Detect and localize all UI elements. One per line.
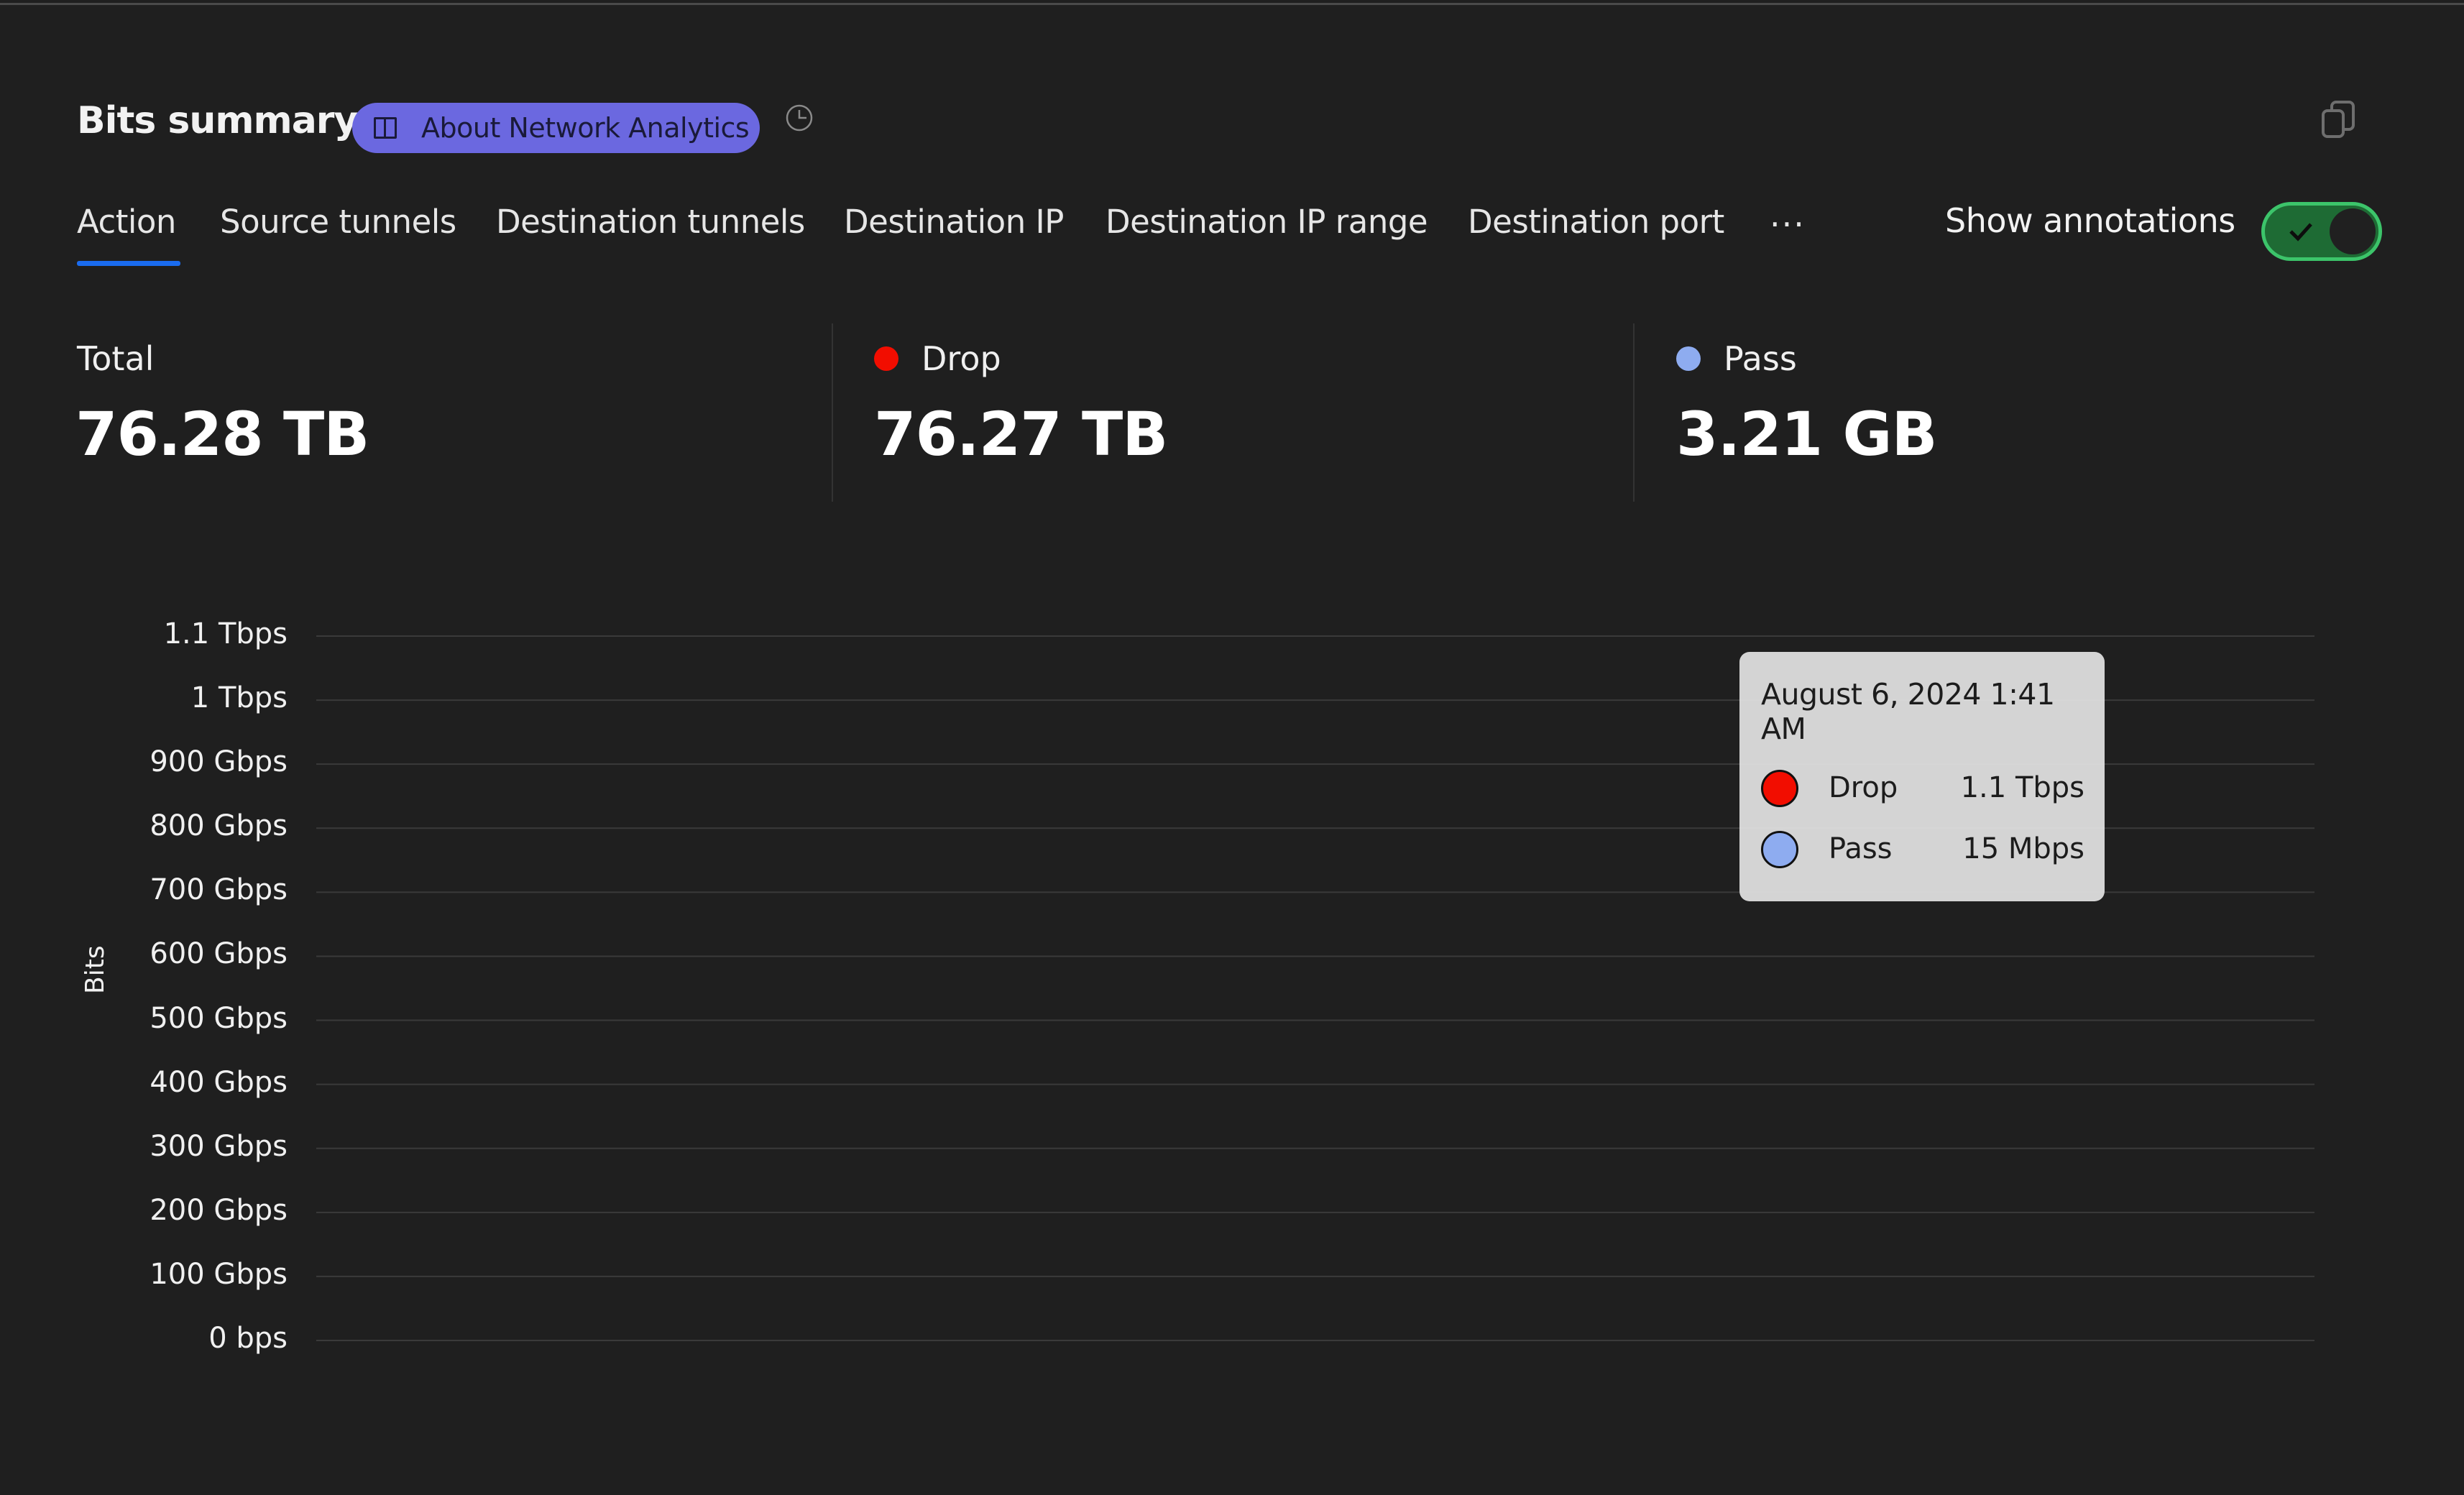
y-tick-label: 900 Gbps: [150, 745, 288, 779]
y-tick-label: 1.1 Tbps: [163, 617, 288, 650]
y-tick-label: 100 Gbps: [150, 1257, 288, 1291]
y-tick-label: 1 Tbps: [190, 681, 288, 715]
tooltip-row-pass: Pass 15 Mbps: [1761, 828, 2084, 871]
y-tick-label: 0 bps: [208, 1322, 288, 1355]
y-tick-label: 200 Gbps: [150, 1193, 288, 1227]
tooltip-pass-value: 15 Mbps: [1962, 832, 2084, 865]
tooltip-row-drop: Drop 1.1 Tbps: [1761, 767, 2084, 810]
tooltip-pass-name: Pass: [1829, 832, 1893, 865]
y-tick-label: 300 Gbps: [150, 1129, 288, 1163]
tooltip-drop-name: Drop: [1829, 771, 1898, 804]
y-tick-label: 400 Gbps: [150, 1065, 288, 1099]
tooltip-drop-dot: [1761, 770, 1798, 807]
y-axis-title: Bits: [81, 945, 110, 994]
tooltip-date: August 6, 2024 1:41 AM: [1761, 677, 2055, 746]
y-tick-label: 800 Gbps: [150, 809, 288, 843]
chart-tooltip: August 6, 2024 1:41 AM Drop 1.1 Tbps Pas…: [1739, 652, 2105, 901]
y-tick-label: 500 Gbps: [150, 1001, 288, 1035]
y-tick-label: 700 Gbps: [150, 873, 288, 907]
tooltip-pass-dot: [1761, 831, 1798, 868]
tooltip-drop-value: 1.1 Tbps: [1960, 771, 2084, 804]
y-tick-label: 600 Gbps: [150, 937, 288, 971]
